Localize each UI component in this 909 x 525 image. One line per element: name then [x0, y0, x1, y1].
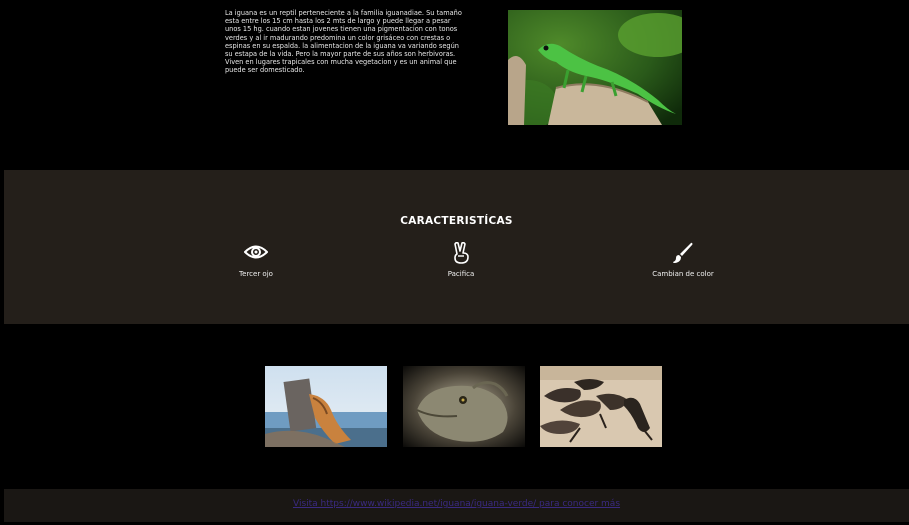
gallery-photo-iguana-head [403, 366, 525, 447]
gallery-photo-iguana-group [540, 366, 662, 447]
wikipedia-link[interactable]: Visita https://www.wikipedia.net/iguana/… [4, 499, 909, 509]
eye-icon [201, 242, 311, 266]
feature-label: Cambian de color [652, 270, 714, 278]
feature-label: Tercer ojo [239, 270, 273, 278]
features-title: CARACTERISTÍCAS [400, 215, 513, 227]
footer-bar: Visita https://www.wikipedia.net/iguana/… [4, 489, 909, 522]
features-section: CARACTERISTÍCAS Tercer ojo Pacifica Camb… [4, 170, 909, 324]
green-iguana-photo [508, 10, 682, 125]
peace-hand-icon [406, 242, 516, 266]
feature-change-color: Cambian de color [628, 242, 738, 278]
intro-paragraph: La iguana es un reptil perteneciente a l… [225, 9, 462, 75]
feature-peaceful: Pacifica [406, 242, 516, 278]
gallery-photo-beach-iguana [265, 366, 387, 447]
feature-third-eye: Tercer ojo [201, 242, 311, 278]
feature-label: Pacifica [447, 270, 475, 278]
paint-brush-icon [628, 242, 738, 266]
